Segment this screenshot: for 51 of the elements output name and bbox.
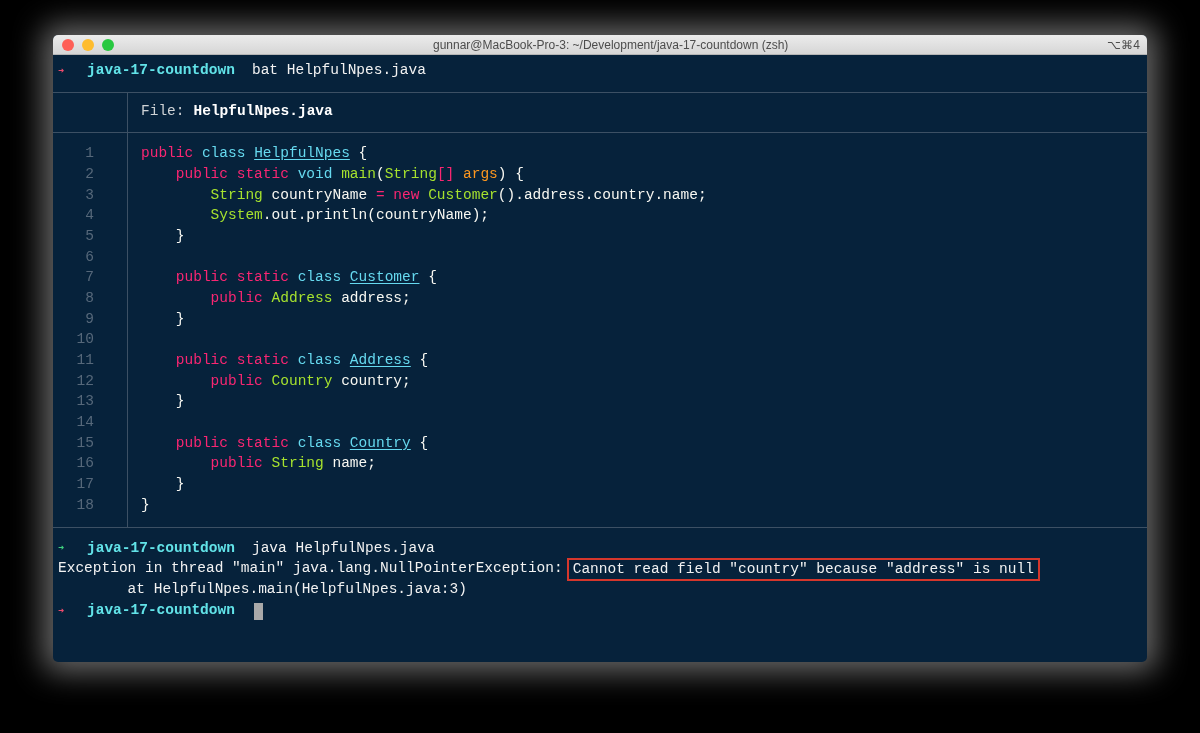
line-number: 14 — [76, 413, 94, 433]
line-number: 5 — [85, 226, 94, 246]
code-line: public static class Customer { — [174, 268, 437, 288]
line-number: 2 — [85, 164, 94, 184]
output-text: at HelpfulNpes.main(HelpfulNpes.java:3) — [126, 580, 467, 600]
close-button[interactable] — [62, 38, 74, 51]
prompt-arrow: ➜ — [58, 541, 66, 556]
code-line: System.out.println(countryName); — [209, 206, 490, 226]
code-line: public class HelpfulNpes { — [141, 144, 368, 164]
output-text: Exception in thread "main" java.lang.NullPointerException: — [58, 559, 563, 579]
code-line: } — [174, 309, 185, 329]
code-line: } — [174, 475, 185, 495]
line-number: 7 — [85, 268, 94, 288]
file-name: HelpfulNpes.java — [193, 102, 333, 122]
directory-name: java-17-countdown — [87, 61, 235, 81]
code-line: public String name; — [209, 454, 376, 474]
line-number: 8 — [85, 288, 94, 308]
code-line: } — [174, 392, 185, 412]
line-number: 3 — [85, 185, 94, 205]
highlighted-message: Cannot read field "country" because "address" is null — [566, 557, 1040, 581]
prompt-arrow: ➜ — [58, 64, 66, 79]
minimize-button[interactable] — [82, 38, 94, 51]
command-text: bat HelpfulNpes.java — [251, 61, 426, 81]
line-number: 1 — [85, 144, 94, 164]
line-number: 12 — [76, 371, 94, 391]
code-line: String countryName = new Customer().address.country.name; — [209, 185, 707, 205]
line-number: 13 — [76, 392, 94, 412]
line-number: 18 — [76, 495, 94, 515]
line-number: 11 — [76, 351, 94, 371]
maximize-button[interactable] — [102, 38, 114, 51]
code-line: public Country country; — [209, 371, 411, 391]
window-title: gunnar@MacBook-Pro-3: ~/Development/java-17-countdown (zsh) — [431, 36, 790, 54]
directory-name: java-17-countdown — [87, 601, 235, 621]
window-shortcut: ⌥⌘4 — [1107, 36, 1141, 54]
code-line: public static class Address { — [174, 351, 429, 371]
code-line: } — [174, 226, 185, 246]
command-text: java HelpfulNpes.java — [251, 538, 435, 558]
file-label: File: — [141, 102, 185, 122]
line-number: 6 — [85, 247, 94, 267]
code-line: public Address address; — [209, 288, 411, 308]
line-number: 16 — [76, 454, 94, 474]
line-number: 9 — [85, 309, 94, 329]
code-line: public static void main(String[] args) { — [174, 164, 524, 184]
line-number: 17 — [76, 475, 94, 495]
prompt-arrow: ➜ — [58, 604, 66, 619]
directory-name: java-17-countdown — [87, 538, 235, 558]
code-line: public static class Country { — [174, 433, 429, 453]
code-line: } — [141, 495, 150, 515]
line-number: 15 — [76, 433, 94, 453]
line-number: 4 — [85, 206, 94, 226]
line-number: 10 — [76, 330, 94, 350]
